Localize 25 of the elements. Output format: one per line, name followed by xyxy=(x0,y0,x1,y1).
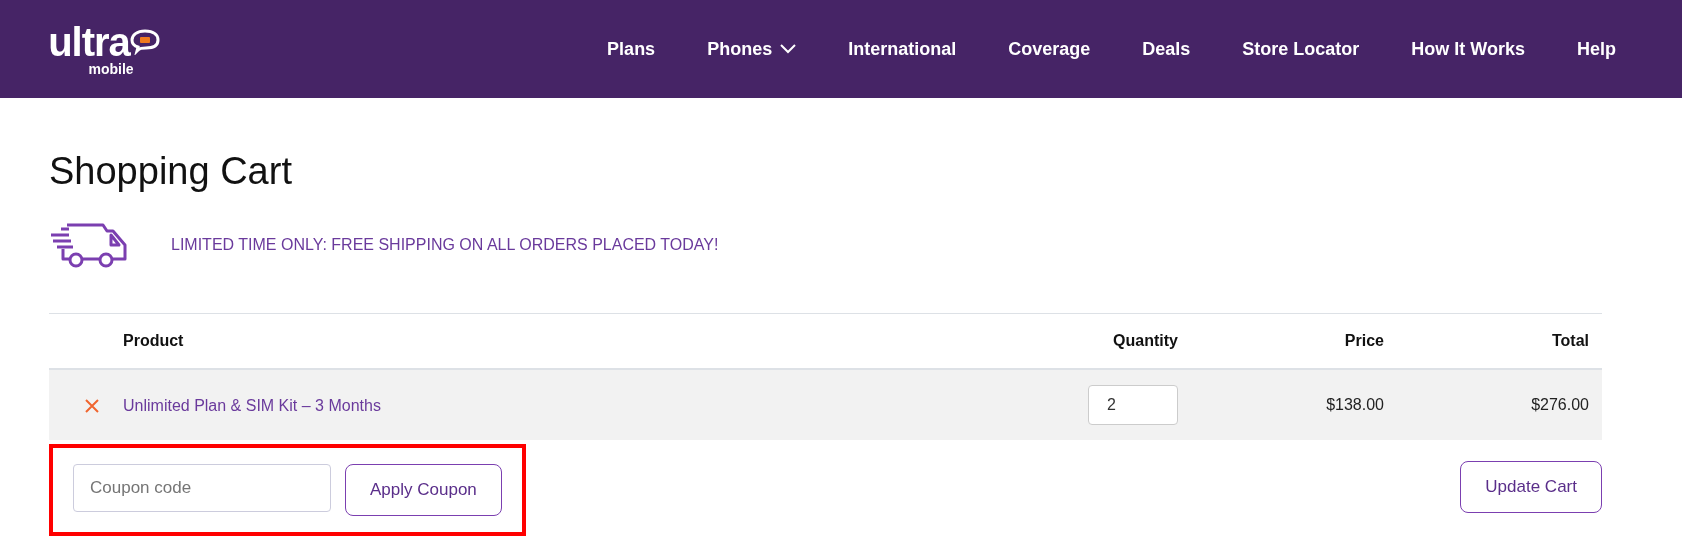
logo[interactable]: ultra mobile xyxy=(44,22,164,76)
column-header: Total xyxy=(1550,332,1589,350)
promo-message: LIMITED TIME ONLY: FREE SHIPPING ON ALL ORDERS PLACED TODAY! xyxy=(171,236,719,254)
nav-link[interactable]: International xyxy=(822,38,983,60)
column-header: Price xyxy=(1343,332,1384,350)
quantity-field[interactable]: 2 xyxy=(1088,385,1178,425)
product-link[interactable]: Unlimited Plan & SIM Kit – 3 Months xyxy=(123,396,381,414)
column-header: Product xyxy=(123,332,185,350)
coupon-field[interactable]: Coupon code xyxy=(73,464,331,512)
column-header: Quantity xyxy=(1112,332,1178,350)
update-cart-button[interactable]: Update Cart xyxy=(1460,461,1602,513)
apply-coupon-button[interactable]: Apply Coupon xyxy=(345,464,502,516)
close-icon[interactable] xyxy=(85,399,99,413)
nav-link[interactable]: Plans xyxy=(581,38,682,60)
truck-icon xyxy=(49,221,127,269)
nav-link[interactable]: Deals xyxy=(1116,38,1217,60)
nav-link[interactable]: Store Locator xyxy=(1216,38,1386,60)
nav-link[interactable]: Help xyxy=(1551,38,1642,60)
page-title: Shopping Cart xyxy=(49,150,293,193)
total-cell-text: $276.00 xyxy=(1530,396,1589,414)
nav-link[interactable]: Phones xyxy=(681,38,823,60)
nav-link[interactable]: How It Works xyxy=(1385,38,1551,60)
nav-link[interactable]: Coverage xyxy=(982,38,1117,60)
chevron-down-icon xyxy=(780,44,797,54)
price-cell-text: $138.00 xyxy=(1325,396,1384,414)
